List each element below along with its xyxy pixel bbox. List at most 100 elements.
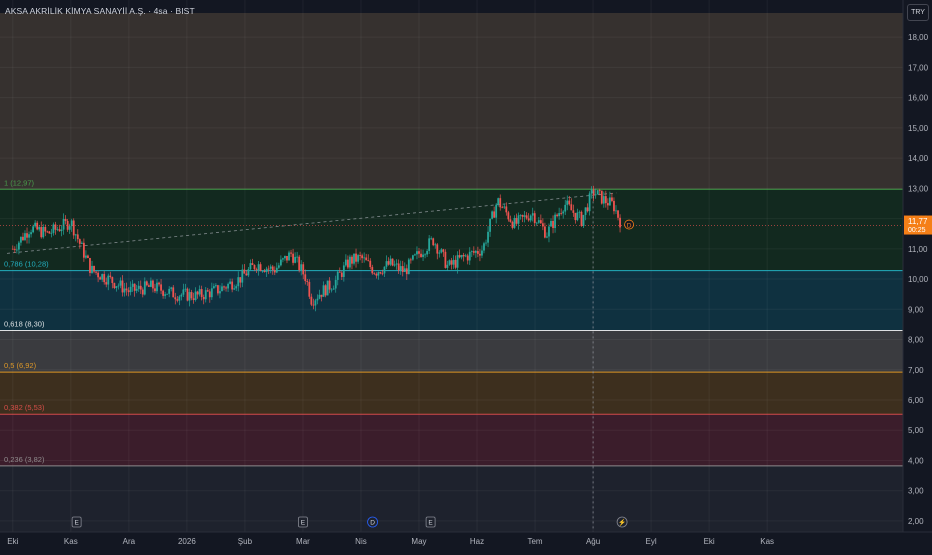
candle-body-212: [442, 249, 445, 252]
chart-area[interactable]: 1 (12,97) 0,786 (10,28) 0,618 (8,30) 0,5 (6…: [0, 0, 932, 550]
candle-body-27: [66, 220, 69, 230]
candle-body-9: [30, 232, 32, 235]
candle-body-105: [225, 287, 227, 289]
candle-body-147: [310, 296, 313, 305]
candle-body-291: [602, 196, 605, 204]
price-axis-tick-7: 9,00: [908, 305, 924, 314]
candle-body-8: [28, 234, 30, 238]
candle-body-131: [277, 265, 280, 268]
candle-body-228: [474, 251, 477, 253]
candle-body-270: [560, 213, 563, 214]
candle-body-163: [342, 265, 345, 277]
price-axis-tick-9: 11,00: [908, 245, 928, 254]
candle-body-278: [576, 212, 579, 221]
candle-body-210: [438, 252, 441, 254]
candle-body-272: [564, 204, 567, 212]
candle-body-267: [554, 214, 556, 229]
candle-body-232: [483, 243, 485, 251]
price-axis-tick-13: 15,00: [908, 124, 929, 133]
candle-body-2: [15, 249, 18, 251]
candle-body-148: [312, 304, 315, 306]
candlestick-chart[interactable]: 1 (12,97) 0,786 (10,28) 0,618 (8,30) 0,5 (6…: [0, 0, 932, 550]
candle-body-236: [491, 211, 494, 219]
candle-body-87: [188, 292, 191, 301]
event-marker-earnings-0[interactable]: E: [71, 516, 82, 528]
candle-body-173: [363, 257, 366, 259]
event-marker-earnings-3[interactable]: E: [425, 516, 436, 528]
event-marker-news-4[interactable]: ⚡: [616, 516, 628, 528]
candle-body-124: [263, 270, 266, 273]
candle-body-38: [89, 258, 91, 273]
price-axis-tick-11: 13,00: [908, 184, 929, 193]
candle-body-261: [541, 223, 544, 227]
candle-body-108: [231, 281, 234, 290]
candle-body-222: [462, 254, 465, 257]
candle-body-217: [452, 259, 455, 265]
candle-body-91: [196, 291, 199, 295]
candle-body-95: [204, 290, 207, 300]
candle-body-96: [206, 290, 209, 292]
candle-body-289: [598, 190, 601, 192]
candle-body-97: [208, 291, 211, 298]
candle-body-62: [137, 285, 140, 289]
candle-body-59: [131, 283, 134, 287]
event-letter: E: [301, 520, 306, 527]
event-letter: E: [428, 520, 433, 527]
candle-body-144: [304, 274, 307, 282]
event-marker-dividend-2[interactable]: D: [367, 516, 378, 528]
candle-body-98: [210, 288, 213, 298]
candle-body-226: [470, 251, 473, 252]
candle-body-293: [606, 203, 609, 206]
currency-button[interactable]: TRY: [907, 4, 929, 21]
candle-body-189: [395, 263, 398, 265]
candle-body-149: [314, 300, 317, 306]
candle-body-14: [40, 227, 43, 238]
candle-body-68: [150, 280, 152, 287]
candle-body-167: [351, 256, 353, 264]
candle-body-139: [294, 256, 297, 263]
candle-body-182: [381, 273, 384, 275]
candle-body-112: [239, 277, 242, 283]
candle-body-151: [318, 294, 321, 299]
candle-body-157: [330, 289, 333, 291]
candle-body-32: [76, 234, 79, 240]
candle-body-246: [511, 221, 514, 228]
candle-body-17: [46, 231, 49, 233]
candle-body-143: [302, 264, 305, 275]
candle-body-263: [546, 236, 548, 238]
candle-body-100: [214, 285, 217, 287]
candle-body-93: [200, 289, 203, 297]
candle-body-47: [107, 275, 110, 285]
candle-body-49: [111, 277, 114, 284]
candle-body-135: [286, 255, 288, 261]
candle-body-61: [135, 288, 138, 291]
candle-body-86: [186, 288, 189, 301]
candle-body-203: [424, 254, 426, 256]
candle-body-162: [340, 272, 343, 277]
candle-body-42: [97, 272, 100, 278]
candle-body-103: [221, 286, 223, 292]
candle-body-123: [261, 270, 264, 272]
candle-body-23: [58, 229, 61, 232]
candle-body-185: [387, 261, 390, 265]
candle-body-247: [513, 217, 516, 228]
candle-body-237: [493, 211, 496, 218]
event-letter: E: [74, 520, 79, 527]
candle-body-28: [68, 226, 71, 230]
candle-body-282: [584, 207, 587, 215]
candle-body-154: [324, 285, 327, 296]
candle-body-285: [590, 189, 593, 194]
candle-body-84: [182, 289, 185, 295]
candle-body-230: [479, 253, 481, 256]
candle-body-102: [219, 291, 221, 294]
time-axis-bg: [0, 532, 932, 550]
candle-body-178: [373, 273, 376, 275]
candle-body-37: [87, 255, 89, 259]
event-marker-earnings-1[interactable]: E: [298, 516, 308, 528]
candle-body-6: [24, 233, 26, 241]
candle-body-279: [578, 211, 581, 213]
candle-body-262: [544, 226, 546, 238]
candle-body-129: [273, 270, 276, 273]
candle-body-205: [428, 238, 431, 251]
candle-body-25: [62, 219, 65, 230]
